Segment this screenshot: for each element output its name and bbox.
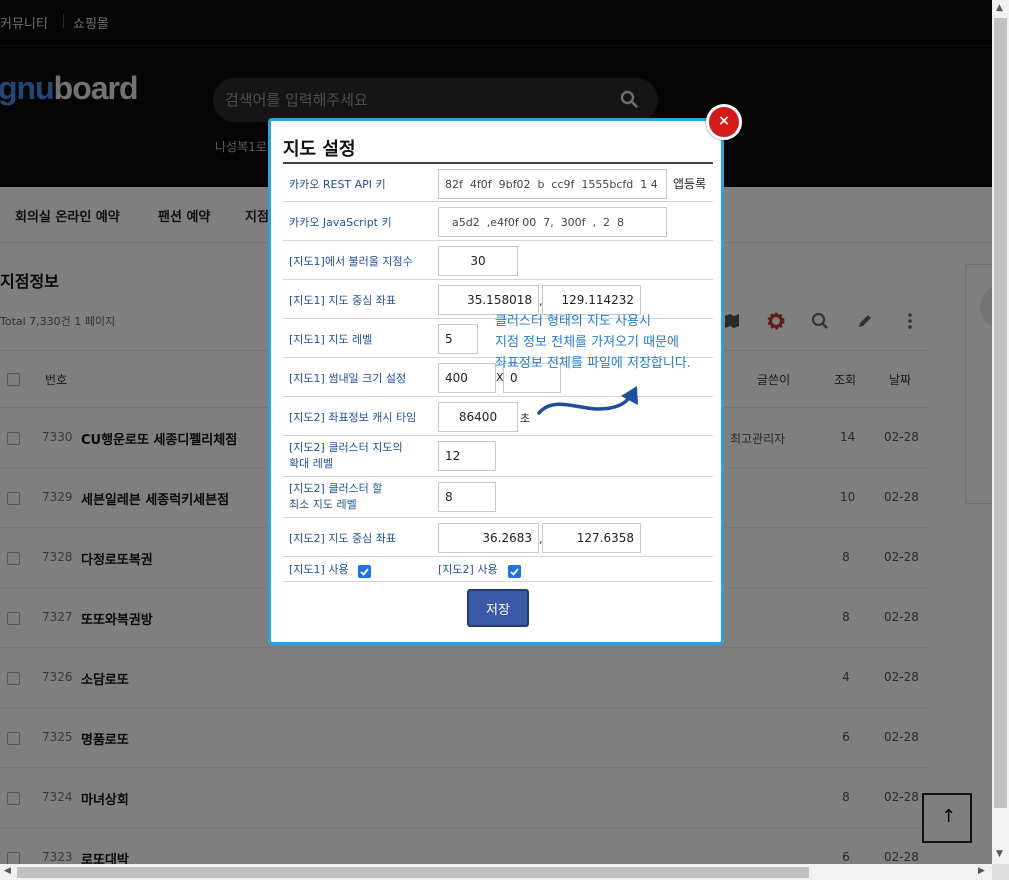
- form-bottom-divider: [283, 581, 713, 582]
- map1-use-checkbox[interactable]: [358, 565, 371, 578]
- form-row-map2-center: [지도2] 지도 중심 좌표 ,: [283, 517, 713, 556]
- map2-center-lng-input[interactable]: [542, 523, 641, 553]
- vertical-scrollbar[interactable]: ▲ ▼: [992, 0, 1009, 864]
- vertical-scroll-thumb[interactable]: [994, 18, 1007, 808]
- scroll-left-icon[interactable]: ◀: [4, 866, 11, 876]
- cluster-max-level-input[interactable]: [438, 441, 496, 471]
- map2-center-label: [지도2] 지도 중심 좌표: [289, 532, 397, 545]
- map1-count-input[interactable]: [438, 246, 518, 276]
- form-row-map-use: [지도1] 사용 [지도2] 사용: [283, 556, 713, 582]
- scrollbar-corner: [992, 864, 1009, 880]
- app-register-link[interactable]: 앱등록: [673, 175, 706, 192]
- horizontal-scroll-thumb[interactable]: [17, 867, 809, 878]
- curved-arrow-icon: [537, 386, 638, 415]
- cluster-max-label-line2: 확대 레벨: [289, 457, 333, 470]
- map2-use-checkbox[interactable]: [508, 565, 521, 578]
- scroll-right-icon[interactable]: ▶: [978, 866, 985, 876]
- form-row-cache-time: [지도2] 좌표정보 캐시 타임 초: [283, 396, 713, 435]
- rest-api-label: 카카오 REST API 키: [289, 178, 386, 191]
- cache-time-label: [지도2] 좌표정보 캐시 타임: [289, 411, 417, 424]
- js-key-input[interactable]: [438, 207, 667, 237]
- cluster-note: 클러스터 형태의 지도 사용시 지점 정보 전체를 가져오기 때문에 좌표정보 …: [495, 311, 745, 374]
- save-button[interactable]: 저장: [467, 589, 529, 627]
- cache-time-input[interactable]: [438, 402, 518, 432]
- map1-use-label: [지도1] 사용: [289, 563, 349, 576]
- form-row-map1-count: [지도1]에서 불러올 지점수: [283, 240, 713, 279]
- cluster-min-level-input[interactable]: [438, 482, 496, 512]
- form-row-js-key: 카카오 JavaScript 키: [283, 201, 713, 240]
- cluster-max-label-line1: [지도2] 클러스터 지도의: [289, 441, 403, 454]
- scroll-down-icon[interactable]: ▼: [996, 849, 1003, 859]
- note-line: 클러스터 형태의 지도 사용시: [495, 314, 651, 329]
- close-icon: ×: [718, 113, 730, 129]
- map-settings-modal: 지도 설정 × 카카오 REST API 키 앱등록 카카오 JavaScrip…: [268, 104, 742, 645]
- thumb-size-label: [지도1] 썸내일 크기 설정: [289, 372, 407, 385]
- map1-center-label: [지도1] 지도 중심 좌표: [289, 294, 397, 307]
- cluster-min-label-line1: [지도2] 클러스터 할: [289, 482, 383, 495]
- rest-api-key-input[interactable]: [438, 169, 667, 199]
- map1-count-label: [지도1]에서 불러올 지점수: [289, 255, 413, 268]
- map2-use-label: [지도2] 사용: [438, 563, 498, 576]
- map1-level-label: [지도1] 지도 레벨: [289, 333, 373, 346]
- js-key-label: 카카오 JavaScript 키: [289, 216, 392, 229]
- horizontal-scrollbar[interactable]: ◀ ▶: [0, 864, 992, 880]
- close-button[interactable]: ×: [706, 104, 742, 140]
- note-line: 좌표정보 전체를 파일에 저장합니다.: [495, 356, 691, 371]
- cache-unit: 초: [520, 412, 531, 425]
- form-row-cluster-min: [지도2] 클러스터 할 최소 지도 레벨: [283, 476, 713, 517]
- map2-center-lat-input[interactable]: [438, 523, 539, 553]
- form-row-rest-api: 카카오 REST API 키 앱등록: [283, 162, 713, 201]
- form-row-cluster-max: [지도2] 클러스터 지도의 확대 레벨: [283, 435, 713, 476]
- map1-level-input[interactable]: [438, 324, 478, 354]
- cluster-min-label-line2: 최소 지도 레벨: [289, 498, 357, 511]
- scroll-up-icon[interactable]: ▲: [996, 3, 1003, 13]
- modal-title: 지도 설정: [283, 139, 356, 160]
- note-line: 지점 정보 전체를 가져오기 때문에: [495, 335, 679, 350]
- thumb-width-input[interactable]: [438, 363, 496, 393]
